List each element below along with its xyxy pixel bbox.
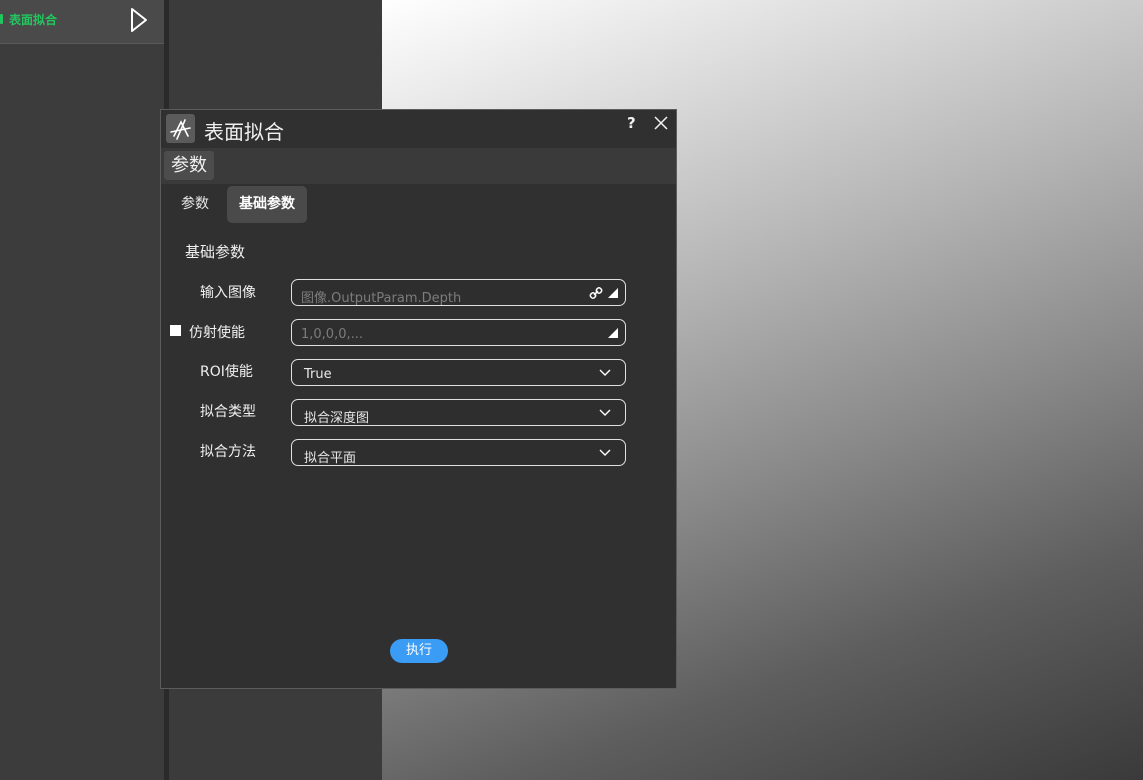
flow-item-label: 表面拟合 xyxy=(9,13,58,27)
affine-enable-checkbox[interactable] xyxy=(170,325,181,336)
chevron-down-icon xyxy=(599,449,611,456)
section-params-label[interactable]: 参数 xyxy=(164,151,214,180)
expand-corner-icon[interactable] xyxy=(608,288,618,298)
roi-enable-value: True xyxy=(304,367,332,382)
roi-enable-label: ROI使能 xyxy=(200,364,253,380)
surface-fit-tool-icon xyxy=(166,114,195,143)
affine-matrix-field[interactable]: 1,0,0,0,... xyxy=(291,319,626,346)
fit-type-select[interactable]: 拟合深度图 xyxy=(291,399,626,426)
tab-params[interactable]: 参数 xyxy=(171,186,219,223)
section-bar: 参数 xyxy=(161,148,676,184)
group-title: 基础参数 xyxy=(185,243,246,261)
close-icon[interactable] xyxy=(654,116,668,130)
fit-type-label: 拟合类型 xyxy=(200,404,256,420)
flow-item-surface-fit[interactable]: 表面拟合 xyxy=(0,0,164,44)
chevron-down-icon xyxy=(599,369,611,376)
input-image-label: 输入图像 xyxy=(200,285,256,301)
play-icon[interactable] xyxy=(128,6,150,34)
link-icon[interactable] xyxy=(589,286,603,300)
tab-basic-params[interactable]: 基础参数 xyxy=(227,186,307,223)
fit-method-select[interactable]: 拟合平面 xyxy=(291,439,626,466)
surface-fit-dialog: 表面拟合 ? 参数 参数 基础参数 基础参数 输入图像 图像.OutputPar… xyxy=(160,109,677,689)
fit-type-value: 拟合深度图 xyxy=(304,411,370,426)
roi-enable-select[interactable]: True xyxy=(291,359,626,386)
dialog-titlebar[interactable]: 表面拟合 ? xyxy=(161,110,676,148)
input-image-placeholder: 图像.OutputParam.Depth xyxy=(301,291,462,306)
status-marker xyxy=(0,14,3,24)
chevron-down-icon xyxy=(599,409,611,416)
left-panel: 表面拟合 xyxy=(0,0,164,780)
help-button[interactable]: ? xyxy=(627,114,641,136)
dialog-title: 表面拟合 xyxy=(204,120,284,144)
affine-matrix-placeholder: 1,0,0,0,... xyxy=(301,327,364,342)
input-image-field[interactable]: 图像.OutputParam.Depth xyxy=(291,279,626,306)
affine-enable-label: 仿射使能 xyxy=(189,325,245,341)
expand-corner-icon[interactable] xyxy=(608,328,618,338)
fit-method-label: 拟合方法 xyxy=(200,444,256,460)
run-button[interactable]: 执行 xyxy=(390,639,448,663)
fit-method-value: 拟合平面 xyxy=(304,451,357,466)
